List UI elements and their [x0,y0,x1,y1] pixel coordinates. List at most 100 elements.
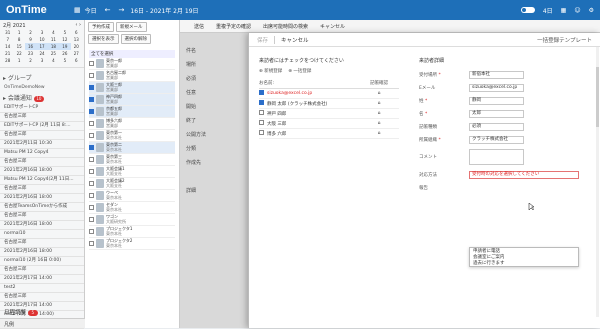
member-checkbox[interactable] [89,241,94,246]
field-input[interactable]: 静岡 [469,96,524,105]
visitor-row[interactable]: 博多 六郎 ⌂ [259,129,399,139]
calendar-day[interactable]: 31 [2,29,13,36]
group-section[interactable]: ▸ グループ [0,71,84,84]
calendar-day[interactable]: 10 [36,36,47,43]
notice-item[interactable]: test2 [0,284,84,293]
member-checkbox[interactable] [89,73,94,78]
member-checkbox[interactable] [89,145,94,150]
visitor-row[interactable]: sizuoka@excel.co.jp ⌂ [259,89,399,99]
attend-icon[interactable]: ⌂ [359,91,399,96]
view-selector[interactable]: 4日 [543,6,553,15]
dropdown-option[interactable]: 過去に行きます [470,260,578,266]
modal-cancel-button[interactable]: キャンセル [281,36,309,44]
notice-item[interactable]: 名古屋三郎 [0,113,84,122]
member-checkbox[interactable] [89,85,94,90]
member-checkbox[interactable] [89,181,94,186]
notice-section[interactable]: ▸ 会議通知 10 [0,91,84,104]
visitor-row[interactable]: 静岡 太郎 (クラッチ株式会社) ⌂ [259,99,399,109]
send-button[interactable]: 送信 [194,23,204,30]
notice-item[interactable]: 2021年2月11日 10:30 [0,140,84,149]
member-row[interactable]: 東京一郎 営業部 [89,58,175,70]
member-row[interactable]: セダン 東京本社 [89,202,175,214]
notice-item[interactable]: EDITサポートCP [0,104,84,113]
member-row[interactable]: 東京第三 東京本社 [89,154,175,166]
calendar-day[interactable]: 15 [13,43,24,50]
visitor-checkbox[interactable] [259,90,264,95]
member-row[interactable]: 東京第一 東京本社 [89,130,175,142]
notice-item[interactable]: 名古屋三郎 [0,239,84,248]
calendar-day[interactable]: 2 [25,57,36,64]
notice-item[interactable]: 2021年2月16日 18:00 [0,194,84,203]
notice-item[interactable]: 名古屋TeamsOnTimeから作成 [0,203,84,212]
field-input[interactable]: クラッチ株式会社 [469,135,524,144]
member-row[interactable]: ワゴン 大阪研究所 [89,214,175,226]
calendar-icon[interactable]: ▦ [74,6,81,14]
calendar-day[interactable]: 28 [2,57,13,64]
calendar-day[interactable]: 7 [2,36,13,43]
member-row[interactable]: 博多六郎 営業部 [89,118,175,130]
calendar-day[interactable]: 3 [36,29,47,36]
notice-item[interactable]: 2021年2月16日 18:00 [0,248,84,257]
notice-item[interactable]: 2021年2月16日 18:00 [0,221,84,230]
notice-item[interactable]: 名古屋三郎 [0,293,84,302]
availability-search-button[interactable]: 出席可能時間の検索 [263,23,308,30]
calendar-day[interactable]: 14 [2,43,13,50]
member-checkbox[interactable] [89,97,94,102]
calendar-day[interactable]: 4 [48,57,59,64]
chevron-icon[interactable]: ‹ › [75,22,81,28]
calendar-day[interactable]: 9 [25,36,36,43]
calendar-day[interactable]: 22 [13,50,24,57]
member-row[interactable]: プロジェクタ1 東京本社 [89,226,175,238]
create-reservation-button[interactable]: 予約作成 [88,22,114,32]
member-row[interactable]: ウーペ 東京本社 [89,190,175,202]
calendar-day[interactable]: 5 [59,57,70,64]
save-button[interactable]: 保存 [257,36,268,44]
attend-icon[interactable]: ⌂ [359,131,399,136]
cancel-button[interactable]: キャンセル [320,23,345,30]
notice-item[interactable]: Matsu PM 12 Copy4 [0,149,84,158]
field-input[interactable]: 太郎 [469,109,524,118]
arrow-right-icon[interactable]: → [119,6,125,14]
calendar-day[interactable]: 18 [47,43,60,50]
calendar-day[interactable]: 21 [2,50,13,57]
visitor-checkbox[interactable] [259,100,264,105]
calendar-day[interactable]: 24 [36,50,47,57]
attend-icon[interactable]: ⌂ [359,111,399,116]
field-input[interactable]: 必須 [469,122,524,131]
calendar-day[interactable]: 17 [36,43,48,50]
calendar-day[interactable]: 12 [59,36,70,43]
user-icon[interactable]: ☺ [574,7,580,14]
field-input[interactable]: 新宿本社 [469,70,524,79]
schedule-section[interactable]: 日程調整 5 [4,308,38,316]
member-checkbox[interactable] [89,217,94,222]
notice-item[interactable]: 2021年2月16日 18:00 [0,167,84,176]
member-checkbox[interactable] [89,109,94,114]
new-mail-button[interactable]: 新規メール [116,22,147,32]
calendar-day[interactable]: 5 [59,29,70,36]
calendar-day[interactable]: 25 [48,50,59,57]
visitor-checkbox[interactable] [259,120,264,125]
notice-item[interactable]: EDITサポートCP (2月 11日 8:... [0,122,84,131]
bulk-register-option[interactable]: ⊕ 一括登録 [288,68,311,74]
notice-item[interactable]: 名古屋三郎 [0,131,84,140]
arrow-left-icon[interactable]: ← [105,6,111,14]
calendar-day[interactable]: 19 [59,43,71,50]
member-row[interactable]: プロジェクタ2 東京本社 [89,238,175,250]
notice-item[interactable]: Matsu PM 12 Copy4(2月 11日... [0,176,84,185]
new-register-option[interactable]: ⊕ 新規登録 [259,68,282,74]
conflict-check-button[interactable]: 重複予定の確認 [216,23,251,30]
member-row[interactable]: 大阪三郎 営業部 [89,82,175,94]
attend-icon[interactable]: ⌂ [359,121,399,126]
member-checkbox[interactable] [89,169,94,174]
notice-item[interactable]: 名古屋三郎 [0,212,84,221]
member-checkbox[interactable] [89,61,94,66]
member-checkbox[interactable] [89,157,94,162]
calendar-day[interactable]: 11 [48,36,59,43]
notice-item[interactable]: 名古屋三郎 [0,185,84,194]
attend-icon[interactable]: ⌂ [359,101,399,106]
show-selected-button[interactable]: 選択を表示 [88,34,119,44]
calendar-day[interactable]: 16 [24,43,37,50]
calendar-day[interactable]: 6 [71,29,82,36]
bulk-template-button[interactable]: 一括登録テンプレート [537,36,592,44]
group-tree-item[interactable]: OnTimeDemoNew [0,84,84,91]
